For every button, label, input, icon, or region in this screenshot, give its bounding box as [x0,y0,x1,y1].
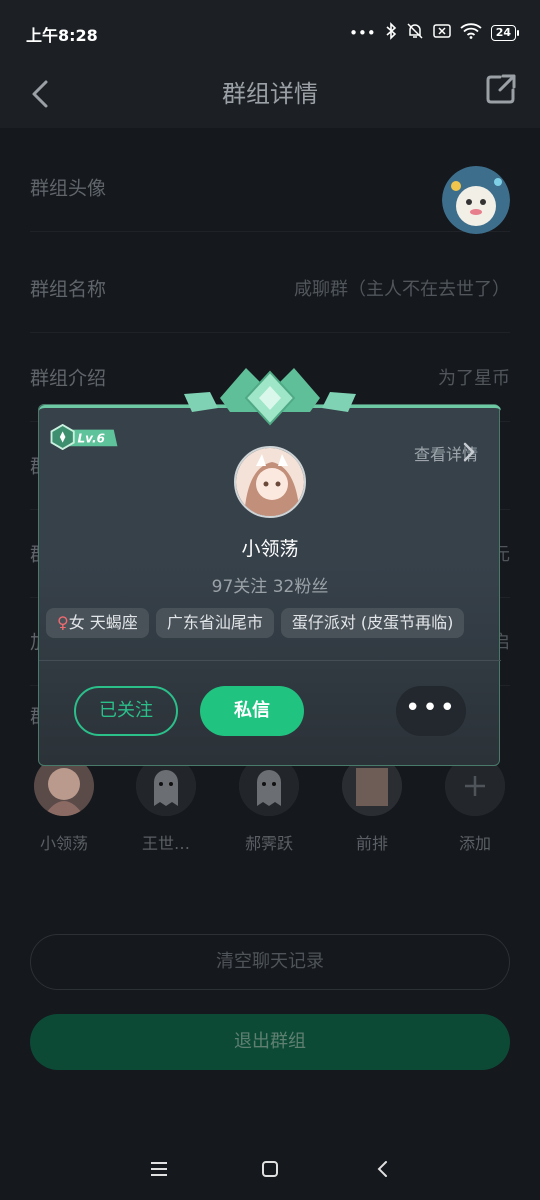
menu-icon [151,1162,167,1176]
level-text: Lv.6 [78,432,106,446]
row-label: 群组头像 [30,177,107,200]
wifi-icon [460,23,482,43]
member-name: 前排 [355,834,388,853]
level-badge-icon: Lv.6 [50,424,118,450]
row-label: 群组介绍 [30,367,107,390]
private-message-button[interactable]: 私信 [200,686,304,736]
tag-gender-zodiac: ♀女 天蝎座 [46,608,149,638]
mute-bell-icon [406,22,424,44]
back-arrow-icon [377,1161,387,1177]
tag-text: 女 天蝎座 [68,613,138,632]
header: 群组详情 [0,64,540,128]
row-value: 为了星币 [438,368,510,389]
bluetooth-icon [385,22,397,44]
chevron-right-icon [463,442,475,462]
sim-icon [432,23,451,43]
add-member-button[interactable]: 添加 [430,756,520,854]
crown-ornament-icon [184,368,356,426]
profile-tags: ♀女 天蝎座 广东省汕尾市 蛋仔派对 (皮蛋节再临) [46,608,465,638]
member-item[interactable]: 小领荡 [19,756,109,854]
clear-chat-button[interactable]: 清空聊天记录 [30,934,510,990]
member-name: 王世… [141,834,190,853]
member-list: 小领荡 王世… 郝霁跃 前排 添加 [0,756,540,866]
follow-stats: 97关注 32粉丝 [211,577,329,597]
status-icons: ••• 24 [349,22,520,44]
row-label: 群组名称 [30,278,107,301]
tag-game: 蛋仔派对 (皮蛋节再临) [280,608,465,638]
group-avatar [442,166,510,234]
page-title: 群组详情 [222,80,318,108]
member-item[interactable]: 王世… [121,756,211,854]
member-item[interactable]: 前排 [327,756,417,854]
member-item[interactable]: 郝霁跃 [224,756,314,854]
status-bar: 上午8:28 ••• 24 [0,0,540,64]
female-icon: ♀ [57,613,69,632]
profile-avatar[interactable] [234,446,306,518]
row-group-name[interactable]: 群组名称 咸聊群（主人不在去世了） [30,243,510,333]
menu-nav-button[interactable] [144,1154,174,1184]
home-square-icon [262,1161,278,1177]
back-nav-button[interactable] [368,1154,398,1184]
followed-button[interactable]: 已关注 [74,686,178,736]
tag-location: 广东省汕尾市 [155,608,274,638]
share-button[interactable] [484,72,518,106]
card-divider [39,660,501,661]
battery-icon: 24 [490,25,520,41]
status-time: 上午8:28 [26,26,98,45]
profile-name: 小领荡 [241,538,299,560]
row-group-avatar[interactable]: 群组头像 [30,142,510,234]
home-nav-button[interactable] [255,1154,285,1184]
row-value: 咸聊群（主人不在去世了） [294,279,510,300]
exit-group-button[interactable]: 退出群组 [30,1014,510,1070]
share-icon [486,74,516,104]
more-options-button[interactable]: ••• [396,686,466,736]
member-name: 小领荡 [39,834,88,853]
member-name: 添加 [458,834,491,853]
system-nav-bar [0,1140,540,1200]
signal-dots-icon: ••• [349,24,376,42]
member-name: 郝霁跃 [244,834,293,853]
